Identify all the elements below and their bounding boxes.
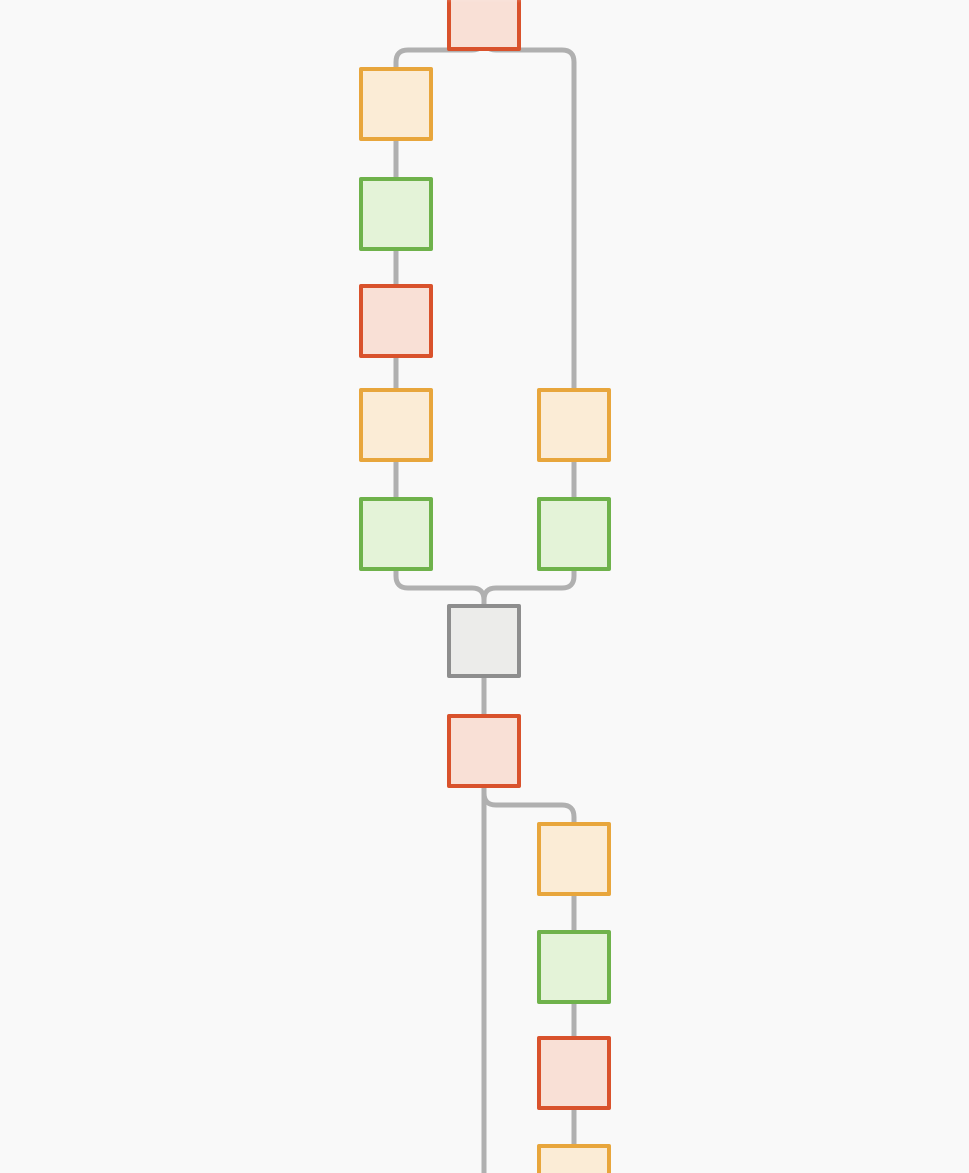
node-n4-orange[interactable]	[359, 388, 433, 462]
diagram-edges-layer	[0, 0, 969, 1173]
node-n10-orange[interactable]	[537, 822, 611, 896]
node-n7-green[interactable]	[537, 497, 611, 571]
node-n12-red[interactable]	[537, 1036, 611, 1110]
node-n11-green[interactable]	[537, 930, 611, 1004]
node-n13-orange[interactable]	[537, 1144, 611, 1173]
edge-e_split2_right	[484, 788, 574, 822]
edge-e_merge_right	[484, 571, 574, 604]
edge-e_top_split_right	[484, 33, 574, 388]
node-n8-gray[interactable]	[447, 604, 521, 678]
node-n9-red[interactable]	[447, 714, 521, 788]
diagram-canvas	[0, 0, 969, 1173]
node-n0-red[interactable]	[447, 0, 521, 51]
node-n3-red[interactable]	[359, 284, 433, 358]
edge-e_merge_left	[396, 571, 484, 604]
node-n2-green[interactable]	[359, 177, 433, 251]
node-n1-orange[interactable]	[359, 67, 433, 141]
node-n6-orange[interactable]	[537, 388, 611, 462]
node-n5-green[interactable]	[359, 497, 433, 571]
